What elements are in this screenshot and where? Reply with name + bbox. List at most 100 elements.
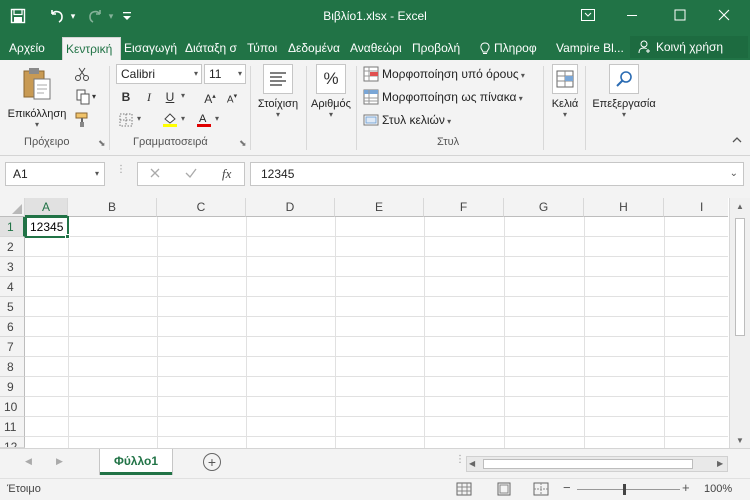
column-header[interactable]: I [664, 198, 728, 217]
formula-bar-resize-icon[interactable]: ⋮ [116, 165, 126, 182]
font-size-select[interactable]: 11 ▾ [204, 64, 246, 84]
bold-button[interactable]: B [116, 87, 136, 107]
conditional-formatting-button[interactable]: Μορφοποίηση υπό όρους ▾ [362, 64, 537, 84]
row-header[interactable]: 6 [0, 317, 25, 337]
font-grow-icon[interactable]: A▴ [200, 87, 220, 107]
row-header[interactable]: 5 [0, 297, 25, 317]
column-header[interactable]: H [584, 198, 664, 217]
tab-file[interactable]: Αρχείο [6, 37, 53, 60]
scroll-right-icon[interactable]: ▶ [717, 459, 723, 468]
scroll-left-icon[interactable]: ◀ [469, 459, 475, 468]
column-header[interactable]: B [68, 198, 157, 217]
expand-formula-icon[interactable]: ⌄ [730, 163, 738, 185]
cell-styles-label: Στυλ κελιών [382, 113, 445, 127]
add-sheet-button[interactable]: + [203, 453, 221, 471]
column-header[interactable]: A [25, 198, 68, 217]
prev-sheet-icon[interactable]: ◀ [25, 456, 32, 467]
format-painter-icon[interactable] [72, 110, 92, 130]
close-icon[interactable] [702, 0, 746, 30]
align-icon [270, 72, 286, 86]
font-color-dropdown-icon[interactable]: ▾ [215, 114, 219, 123]
maximize-icon[interactable] [658, 0, 702, 30]
cell-styles-button[interactable]: Στυλ κελιών ▾ [362, 110, 537, 130]
clipboard-launcher-icon[interactable]: ⬊ [98, 138, 106, 149]
vertical-scrollbar[interactable]: ▲ ▼ [729, 198, 750, 448]
tab-insert[interactable]: Εισαγωγή [121, 37, 182, 60]
row-header[interactable]: 7 [0, 337, 25, 357]
tab-review[interactable]: Αναθεώρι [347, 37, 407, 60]
select-all-corner[interactable] [0, 198, 25, 217]
worksheet-grid[interactable]: A B C D E F G H I 1 2 3 4 5 6 7 8 9 10 1… [0, 198, 750, 448]
editing-button[interactable]: Επεξεργασία ▾ [588, 64, 660, 132]
font-color-icon[interactable]: A [194, 110, 214, 130]
name-box[interactable]: A1 ▾ [5, 162, 105, 186]
tab-data[interactable]: Δεδομένα [285, 37, 347, 60]
share-button[interactable]: Κοινή χρήση [630, 36, 748, 58]
tab-split-icon[interactable]: ⋮ [455, 455, 465, 465]
alignment-button[interactable]: Στοίχιση ▾ [254, 64, 302, 132]
separator [543, 66, 544, 150]
font-name-select[interactable]: Calibri ▾ [116, 64, 202, 84]
fill-handle[interactable] [65, 234, 70, 239]
paste-button[interactable]: Επικόλληση ▾ [4, 64, 70, 132]
tab-tell-me[interactable]: Πληροφ [476, 37, 550, 60]
minimize-icon[interactable] [610, 0, 654, 30]
italic-button[interactable]: I [139, 87, 159, 107]
row-header[interactable]: 9 [0, 377, 25, 397]
tab-home[interactable]: Κεντρική [62, 37, 121, 60]
paste-dropdown-icon: ▾ [34, 120, 39, 129]
scroll-up-icon[interactable]: ▲ [736, 202, 744, 211]
zoom-slider-thumb[interactable] [623, 484, 626, 495]
insert-function-button[interactable]: fx [222, 166, 231, 182]
normal-view-icon[interactable] [456, 482, 472, 499]
row-header[interactable]: 4 [0, 277, 25, 297]
collapse-ribbon-icon[interactable] [732, 136, 742, 147]
tab-page-layout[interactable]: Διάταξη σ [182, 37, 244, 60]
sheet-tab-active[interactable]: Φύλλο1 [100, 449, 172, 475]
cell-a1[interactable]: 12345 [25, 216, 69, 238]
row-header[interactable]: 2 [0, 237, 25, 257]
borders-icon[interactable] [116, 110, 136, 130]
ribbon-display-icon[interactable] [566, 0, 610, 30]
scroll-down-icon[interactable]: ▼ [736, 436, 744, 445]
column-header[interactable]: D [246, 198, 335, 217]
zoom-slider[interactable] [577, 489, 680, 490]
underline-button[interactable]: U [160, 87, 180, 107]
column-header[interactable]: C [157, 198, 246, 217]
gridline [335, 217, 336, 448]
column-header[interactable]: G [504, 198, 584, 217]
cells-button[interactable]: Κελιά ▾ [546, 64, 584, 132]
next-sheet-icon[interactable]: ▶ [56, 456, 63, 467]
borders-dropdown-icon[interactable]: ▾ [137, 114, 141, 123]
page-layout-view-icon[interactable] [496, 482, 512, 499]
page-break-view-icon[interactable] [533, 482, 549, 499]
scroll-thumb[interactable] [735, 218, 745, 336]
row-header[interactable]: 1 [0, 217, 25, 237]
column-header[interactable]: E [335, 198, 424, 217]
chevron-down-icon: ▾ [94, 169, 99, 178]
row-header[interactable]: 11 [0, 417, 25, 437]
tab-formulas[interactable]: Τύποι [244, 37, 285, 60]
fill-dropdown-icon[interactable]: ▾ [181, 114, 185, 123]
zoom-out-icon[interactable]: − [563, 480, 571, 495]
row-header[interactable]: 8 [0, 357, 25, 377]
formula-input[interactable]: 12345 ⌄ [250, 162, 744, 186]
scroll-thumb[interactable] [483, 459, 693, 469]
format-as-table-button[interactable]: Μορφοποίηση ως πίνακα ▾ [362, 87, 537, 107]
row-header[interactable]: 10 [0, 397, 25, 417]
cut-icon[interactable] [72, 64, 92, 84]
row-header[interactable]: 3 [0, 257, 25, 277]
row-header[interactable]: 12 [0, 437, 25, 448]
copy-icon[interactable]: ▾ [72, 87, 102, 107]
zoom-in-icon[interactable]: + [682, 480, 690, 495]
underline-dropdown-icon[interactable]: ▾ [181, 91, 185, 100]
number-button[interactable]: % Αριθμός ▾ [308, 64, 354, 132]
tab-view[interactable]: Προβολή [409, 37, 467, 60]
fill-color-icon[interactable] [160, 110, 180, 130]
horizontal-scrollbar[interactable]: ◀ ▶ [466, 456, 728, 472]
font-launcher-icon[interactable]: ⬊ [239, 138, 247, 149]
font-shrink-icon[interactable]: A▾ [222, 87, 242, 107]
tab-vampire[interactable]: Vampire Bl... [553, 37, 627, 60]
zoom-level[interactable]: 100% [704, 483, 732, 495]
column-header[interactable]: F [424, 198, 504, 217]
